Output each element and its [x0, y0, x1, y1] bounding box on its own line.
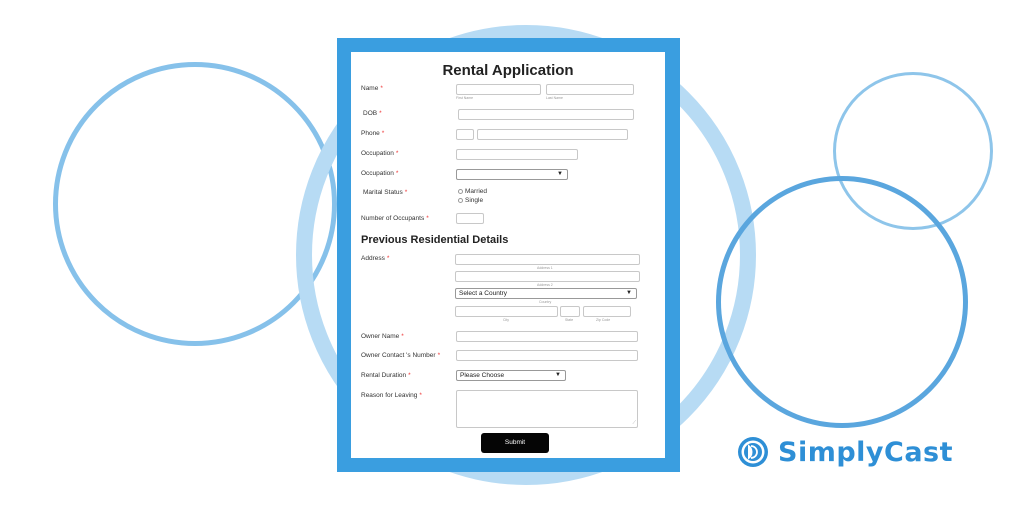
occupation-select-label: Occupation * — [361, 170, 399, 177]
zip-code-input[interactable] — [583, 306, 631, 317]
rental-duration-select[interactable]: Please Choose ▼ — [456, 370, 566, 381]
decorative-circle — [716, 176, 968, 428]
city-input[interactable] — [455, 306, 558, 317]
resize-grip-icon[interactable]: ⟋ — [632, 421, 636, 426]
state-input[interactable] — [560, 306, 580, 317]
last-name-sublabel: Last Name — [546, 96, 563, 100]
dropdown-arrow-icon: ▼ — [557, 171, 563, 177]
state-sublabel: State — [565, 318, 574, 322]
marital-option-married[interactable]: Married — [458, 188, 487, 196]
reason-textarea[interactable]: ⟋ — [456, 390, 638, 428]
rental-duration-label: Rental Duration * — [361, 372, 411, 379]
address-label: Address * — [361, 255, 390, 262]
owner-name-input[interactable] — [456, 331, 638, 342]
phone-label: Phone * — [361, 130, 385, 137]
phone-number-input[interactable] — [477, 129, 628, 140]
owner-contact-input[interactable] — [456, 350, 638, 361]
occupants-input[interactable] — [456, 213, 484, 224]
owner-name-label: Owner Name * — [361, 333, 404, 340]
occupation-label: Occupation * — [361, 150, 399, 157]
first-name-sublabel: First Name — [456, 96, 474, 100]
form-title: Rental Application — [442, 62, 574, 79]
zip-code-sublabel: Zip Code — [596, 318, 611, 322]
reason-label: Reason for Leaving * — [361, 392, 422, 399]
brand-name: SimplyCast — [778, 436, 954, 468]
country-sublabel: Country — [539, 300, 552, 304]
section-title: Previous Residential Details — [361, 234, 509, 246]
marital-option-single[interactable]: Single — [458, 197, 483, 205]
marital-status-label: Marital Status * — [363, 189, 408, 196]
radio-icon — [458, 197, 463, 203]
rental-application-form: Rental Application Name * First Name Last… — [351, 52, 665, 458]
last-name-input[interactable] — [546, 84, 634, 95]
occupation-input[interactable] — [456, 149, 578, 160]
address-line2-input[interactable] — [455, 271, 640, 282]
city-sublabel: City — [503, 318, 510, 322]
simplycast-brand: SimplyCast — [736, 432, 953, 472]
country-select[interactable]: Select a Country ▼ — [455, 288, 637, 299]
address2-sublabel: Address 2 — [537, 283, 553, 287]
occupation-select[interactable]: ▼ — [456, 169, 568, 180]
phone-area-code-input[interactable] — [456, 129, 474, 140]
decorative-circle — [53, 62, 337, 346]
owner-contact-label: Owner Contact 's Number * — [361, 352, 441, 359]
address1-sublabel: Address 1 — [537, 266, 553, 270]
dob-input[interactable] — [458, 109, 634, 120]
radio-icon — [458, 188, 463, 194]
submit-button[interactable]: Submit — [481, 433, 549, 453]
first-name-input[interactable] — [456, 84, 541, 95]
dropdown-arrow-icon: ▼ — [626, 290, 632, 296]
dob-label: DOB * — [363, 110, 382, 117]
address-line1-input[interactable] — [455, 254, 640, 265]
name-label: Name * — [361, 85, 383, 92]
dropdown-arrow-icon: ▼ — [555, 372, 561, 378]
simplycast-logo-icon — [738, 437, 768, 467]
occupants-label: Number of Occupants * — [361, 215, 429, 222]
